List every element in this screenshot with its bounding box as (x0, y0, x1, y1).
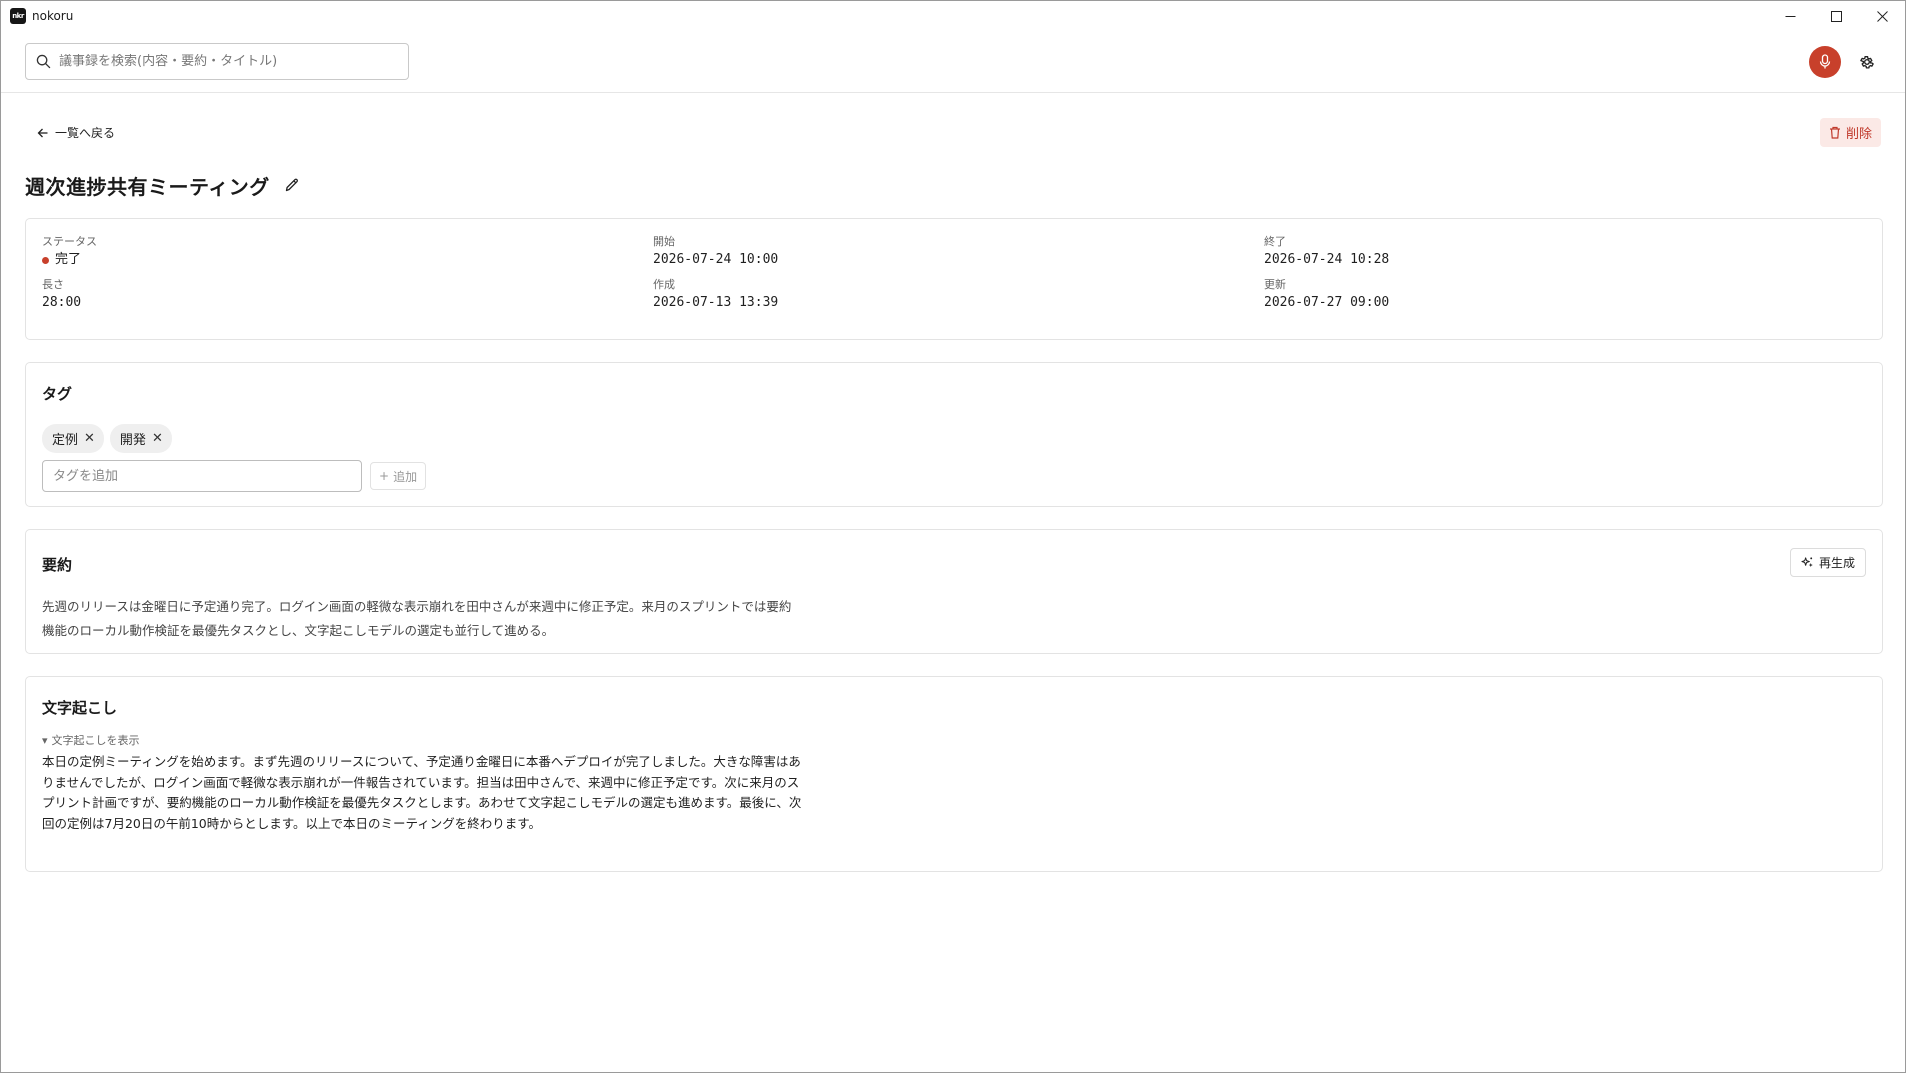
length-field: 長さ 28:00 (42, 278, 653, 313)
tag-input-row: + 追加 (42, 460, 1866, 492)
transcript-card: 文字起こし ▾ 文字起こしを表示 本日の定例ミーティングを始めます。まず先週のリ… (25, 676, 1883, 872)
app-logo: nkr (10, 8, 26, 24)
minimize-button[interactable] (1767, 1, 1813, 31)
search-box (25, 43, 409, 80)
window-controls (1767, 1, 1905, 31)
transcript-text: 本日の定例ミーティングを始めます。まず先週のリリースについて、予定通り金曜日に本… (42, 754, 802, 831)
tags-card: タグ 定例 ✕ 開発 ✕ + 追加 (25, 362, 1883, 507)
plus-icon: + (379, 469, 390, 483)
summary-header: 要約 再生成 (42, 548, 1866, 577)
delete-label: 削除 (1845, 127, 1872, 142)
end-label: 終了 (1264, 235, 1286, 248)
close-icon (1876, 10, 1888, 22)
settings-button[interactable] (1853, 48, 1881, 76)
toolbar-actions (1809, 45, 1881, 78)
status-value: 完了 (55, 252, 82, 267)
back-link[interactable]: 一覧へ戻る (37, 124, 115, 141)
minimize-icon (1785, 15, 1795, 17)
main-content: 一覧へ戻る 削除 週次進捗共有ミーティング ステータス 完了 開始 2026-0… (1, 93, 1905, 872)
record-button[interactable] (1809, 45, 1841, 78)
start-value: 2026-07-24 10:00 (653, 252, 779, 267)
end-field: 終了 2026-07-24 10:28 (1264, 235, 1866, 270)
tag-chip: 定例 ✕ (42, 424, 104, 453)
gear-icon (1860, 55, 1874, 69)
status-dot (42, 256, 49, 264)
page-title: 週次進捗共有ミーティング (25, 174, 270, 199)
summary-card: 要約 再生成 先週のリリースは金曜日に予定通り完了。ログイン画面の軽微な表示崩れ… (25, 529, 1883, 654)
transcript-heading: 文字起こし (42, 699, 118, 717)
summary-text: 先週のリリースは金曜日に予定通り完了。ログイン画面の軽微な表示崩れを田中さんが来… (42, 599, 792, 638)
status-label: ステータス (42, 235, 97, 248)
action-row: 一覧へ戻る 削除 (25, 93, 1883, 168)
trash-icon (1829, 126, 1840, 139)
microphone-icon (1819, 53, 1831, 68)
add-tag-label: 追加 (393, 469, 418, 484)
back-link-label: 一覧へ戻る (55, 126, 116, 140)
tag-chip: 開発 ✕ (109, 424, 172, 453)
end-value: 2026-07-24 10:28 (1264, 252, 1390, 267)
tag-input[interactable] (42, 460, 362, 492)
window-title: nokoru (32, 9, 74, 23)
transcript-toggle-label: 文字起こしを表示 (51, 734, 140, 747)
created-value: 2026-07-13 13:39 (653, 295, 779, 310)
arrow-left-icon (37, 128, 48, 137)
close-window-button[interactable] (1859, 1, 1905, 31)
regenerate-button[interactable]: 再生成 (1789, 548, 1866, 577)
delete-button[interactable]: 削除 (1819, 118, 1881, 147)
maximize-icon (1830, 10, 1842, 22)
tag-label: 開発 (119, 433, 146, 448)
sparkle-icon (1801, 557, 1813, 568)
created-field: 作成 2026-07-13 13:39 (653, 278, 1264, 313)
updated-value: 2026-07-27 09:00 (1264, 295, 1390, 310)
summary-heading: 要約 (42, 556, 73, 574)
length-label: 長さ (42, 278, 64, 291)
remove-tag-icon[interactable]: ✕ (152, 431, 163, 446)
add-tag-button[interactable]: + 追加 (370, 462, 427, 490)
start-field: 開始 2026-07-24 10:00 (653, 235, 1264, 270)
status-field: ステータス 完了 (42, 235, 653, 270)
tag-list: 定例 ✕ 開発 ✕ (42, 424, 1866, 453)
title-row: 週次進捗共有ミーティング (25, 168, 1883, 202)
metadata-card: ステータス 完了 開始 2026-07-24 10:00 終了 2026-07-… (25, 218, 1883, 340)
transcript-toggle[interactable]: ▾ 文字起こしを表示 (42, 732, 1866, 748)
search-input[interactable] (59, 54, 398, 69)
title-bar: nkr nokoru (1, 1, 1905, 31)
search-icon (36, 54, 51, 69)
status-value-wrap: 完了 (42, 250, 653, 270)
remove-tag-icon[interactable]: ✕ (84, 431, 95, 446)
triangle-down-icon: ▾ (42, 733, 48, 747)
length-value: 28:00 (42, 295, 82, 310)
created-label: 作成 (653, 278, 675, 291)
updated-field: 更新 2026-07-27 09:00 (1264, 278, 1866, 313)
app-window: nkr nokoru 議事録を検索(内容・要約・タイトル) 一覧へ戻る 削除 週… (0, 0, 1906, 1073)
tag-label: 定例 (52, 433, 79, 448)
updated-label: 更新 (1264, 278, 1286, 291)
tags-heading: タグ (42, 385, 73, 403)
top-toolbar (1, 31, 1905, 93)
maximize-button[interactable] (1813, 1, 1859, 31)
edit-title-icon[interactable] (284, 177, 300, 193)
start-label: 開始 (653, 235, 675, 248)
regenerate-label: 再生成 (1818, 556, 1855, 570)
